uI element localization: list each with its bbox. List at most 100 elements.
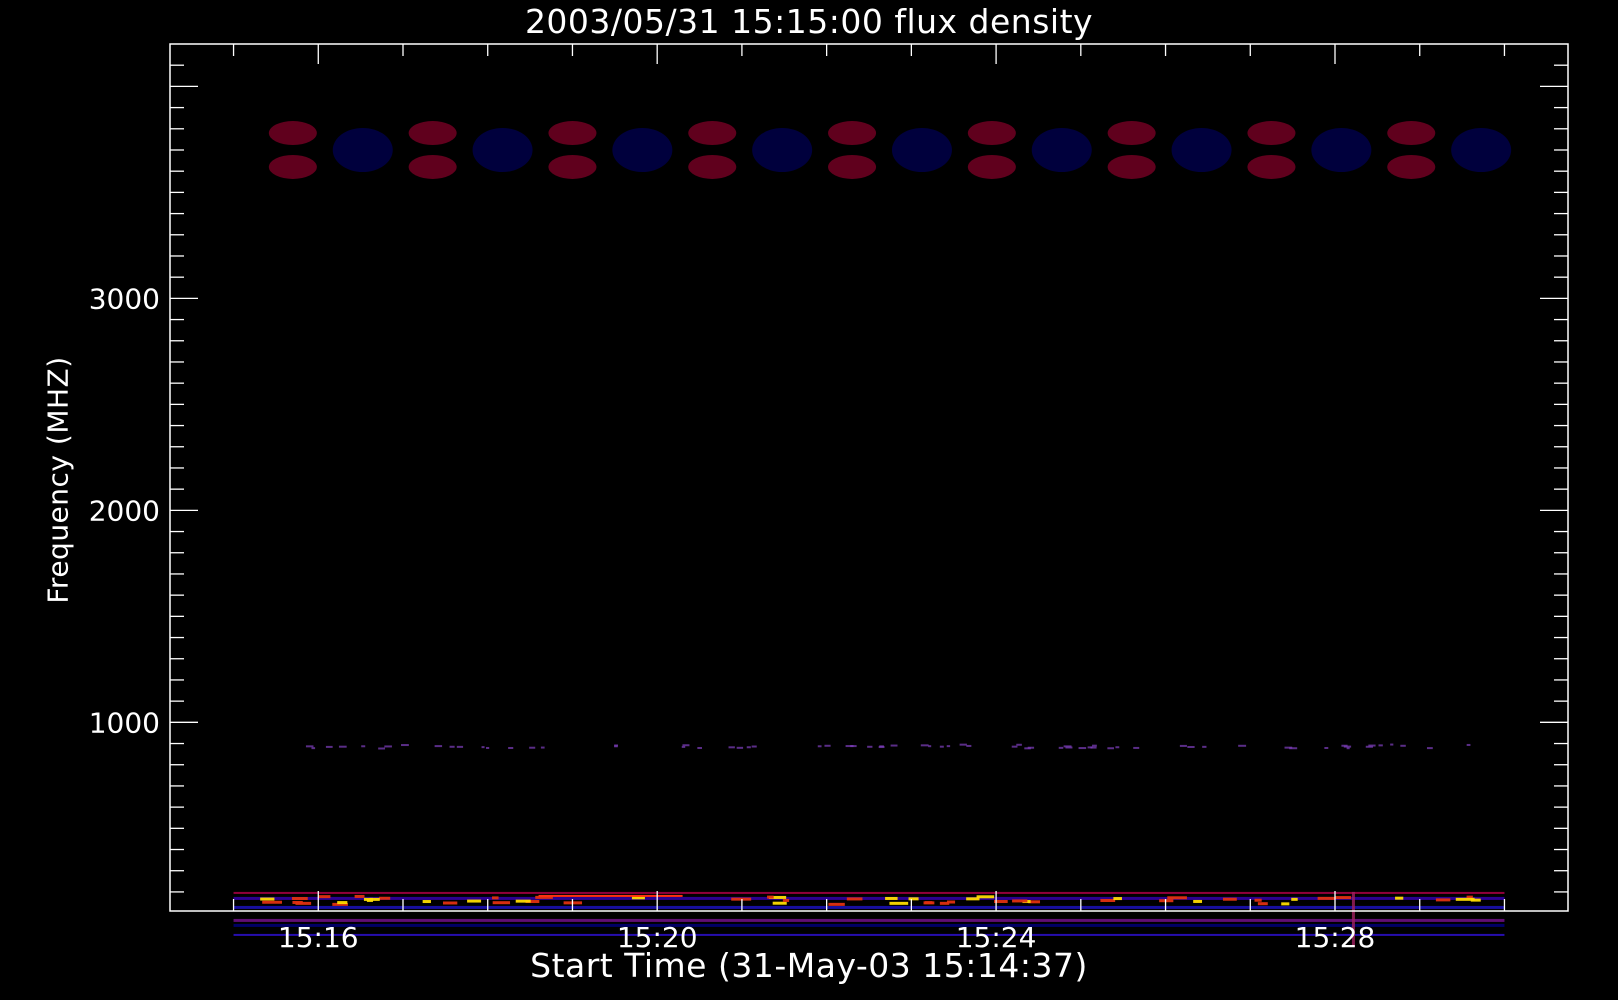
burst-blob: [1387, 121, 1436, 146]
spectrogram-plot: 15:16 15:20 15:24 15:28 1000 2000 3000: [89, 43, 1569, 954]
interference-spike: [731, 897, 752, 901]
interference-dash: [486, 746, 490, 749]
interference-spike: [1193, 899, 1203, 903]
interference-dash: [879, 745, 884, 748]
burst-blob: [408, 121, 457, 146]
interference-spike: [1257, 902, 1268, 906]
interference-dash: [1324, 746, 1329, 749]
interference-spike: [885, 896, 898, 900]
plot-axes: 15:16 15:20 15:24 15:28 1000 2000 3000: [89, 43, 1569, 954]
interference-line: [233, 905, 1505, 909]
burst-blob: [967, 154, 1016, 179]
interference-spike: [1395, 896, 1404, 900]
interference-spike: [1334, 896, 1352, 900]
interference-spike: [767, 895, 774, 899]
interference-spike: [889, 901, 909, 905]
burst-blob: [1387, 154, 1436, 179]
y-tick-label: 1000: [89, 706, 160, 739]
interference-dash: [1238, 744, 1247, 747]
interference-dash: [1284, 746, 1293, 749]
interference-dash: [1179, 744, 1187, 747]
interference-spike: [772, 901, 787, 905]
x-tick-label: 15:16: [278, 921, 359, 954]
interference-dash: [1092, 744, 1097, 747]
interference-dash: [378, 747, 386, 750]
interference-spike: [291, 897, 308, 901]
interference-dash: [384, 745, 392, 748]
interference-spike: [1100, 899, 1116, 903]
interference-dash: [1400, 744, 1406, 747]
dark-blob: [1031, 127, 1092, 172]
interference-spike: [492, 896, 499, 900]
interference-dash: [1365, 745, 1373, 748]
burst-blob: [1107, 154, 1156, 179]
interference-spike: [1167, 896, 1187, 900]
interference-spike: [318, 895, 331, 899]
interference-dash: [1016, 743, 1022, 746]
dark-blob: [332, 127, 393, 172]
y-tick-label: 3000: [89, 282, 160, 315]
dark-blob: [1451, 127, 1512, 172]
burst-blob: [688, 121, 737, 146]
interference-dash: [1390, 743, 1394, 746]
interference-spike: [782, 898, 790, 902]
interference-dash: [305, 745, 314, 748]
interference-spike: [1317, 896, 1336, 900]
burst-blob: [1247, 154, 1296, 179]
interference-spike: [442, 901, 458, 905]
interference-dash: [1466, 743, 1471, 746]
burst-blob: [828, 121, 877, 146]
interference-dash: [1341, 744, 1348, 747]
dark-blob: [752, 127, 813, 172]
interference-line: [233, 891, 1505, 894]
interference-dash: [928, 745, 932, 748]
spectrogram-image: [233, 121, 1512, 947]
burst-blob: [548, 154, 597, 179]
x-tick-label: 15:28: [1295, 921, 1376, 954]
dark-blob: [1171, 127, 1232, 172]
interference-spike: [1435, 898, 1451, 902]
interference-spike: [1113, 897, 1122, 901]
interference-spike: [262, 900, 282, 904]
interference-spike: [908, 897, 919, 901]
interference-dash: [325, 745, 333, 748]
interference-dash: [946, 745, 951, 748]
interference-spike: [337, 901, 348, 905]
interference-spike: [828, 902, 845, 906]
interference-dash: [1107, 747, 1115, 750]
interference-spike: [369, 897, 380, 901]
interference-dash: [824, 744, 831, 747]
interference-dash: [508, 746, 514, 749]
interference-dash: [1090, 746, 1097, 749]
interference-spike: [492, 901, 511, 905]
interference-spike: [966, 897, 980, 901]
interference-dash: [728, 746, 735, 749]
interference-dash: [540, 746, 545, 749]
interference-line: [233, 896, 1505, 900]
interference-dash: [1024, 747, 1031, 750]
interference-dash: [1426, 747, 1433, 750]
interference-dash: [736, 746, 744, 749]
interference-dash: [920, 744, 929, 747]
interference-spike: [1470, 898, 1481, 902]
dark-blob: [472, 127, 533, 172]
interference-dash: [529, 746, 536, 749]
burst-blob: [548, 121, 597, 146]
interference-dash: [939, 745, 944, 748]
interference-spike: [1012, 899, 1028, 903]
interference-spike: [846, 897, 863, 901]
burst-blob: [967, 121, 1016, 146]
interference-spike: [515, 899, 531, 903]
interference-dash: [449, 745, 455, 748]
interference-spike: [379, 896, 391, 900]
y-tick-label: 2000: [89, 494, 160, 527]
interference-dash: [434, 745, 443, 748]
interference-spike: [923, 901, 935, 905]
interference-dash: [1058, 746, 1064, 749]
interference-spike: [1291, 897, 1298, 901]
interference-dash: [311, 747, 316, 750]
burst-blob: [1107, 121, 1156, 146]
interference-spike: [1281, 902, 1290, 906]
interference-dash: [1063, 745, 1072, 748]
interference-dash: [1011, 745, 1018, 748]
